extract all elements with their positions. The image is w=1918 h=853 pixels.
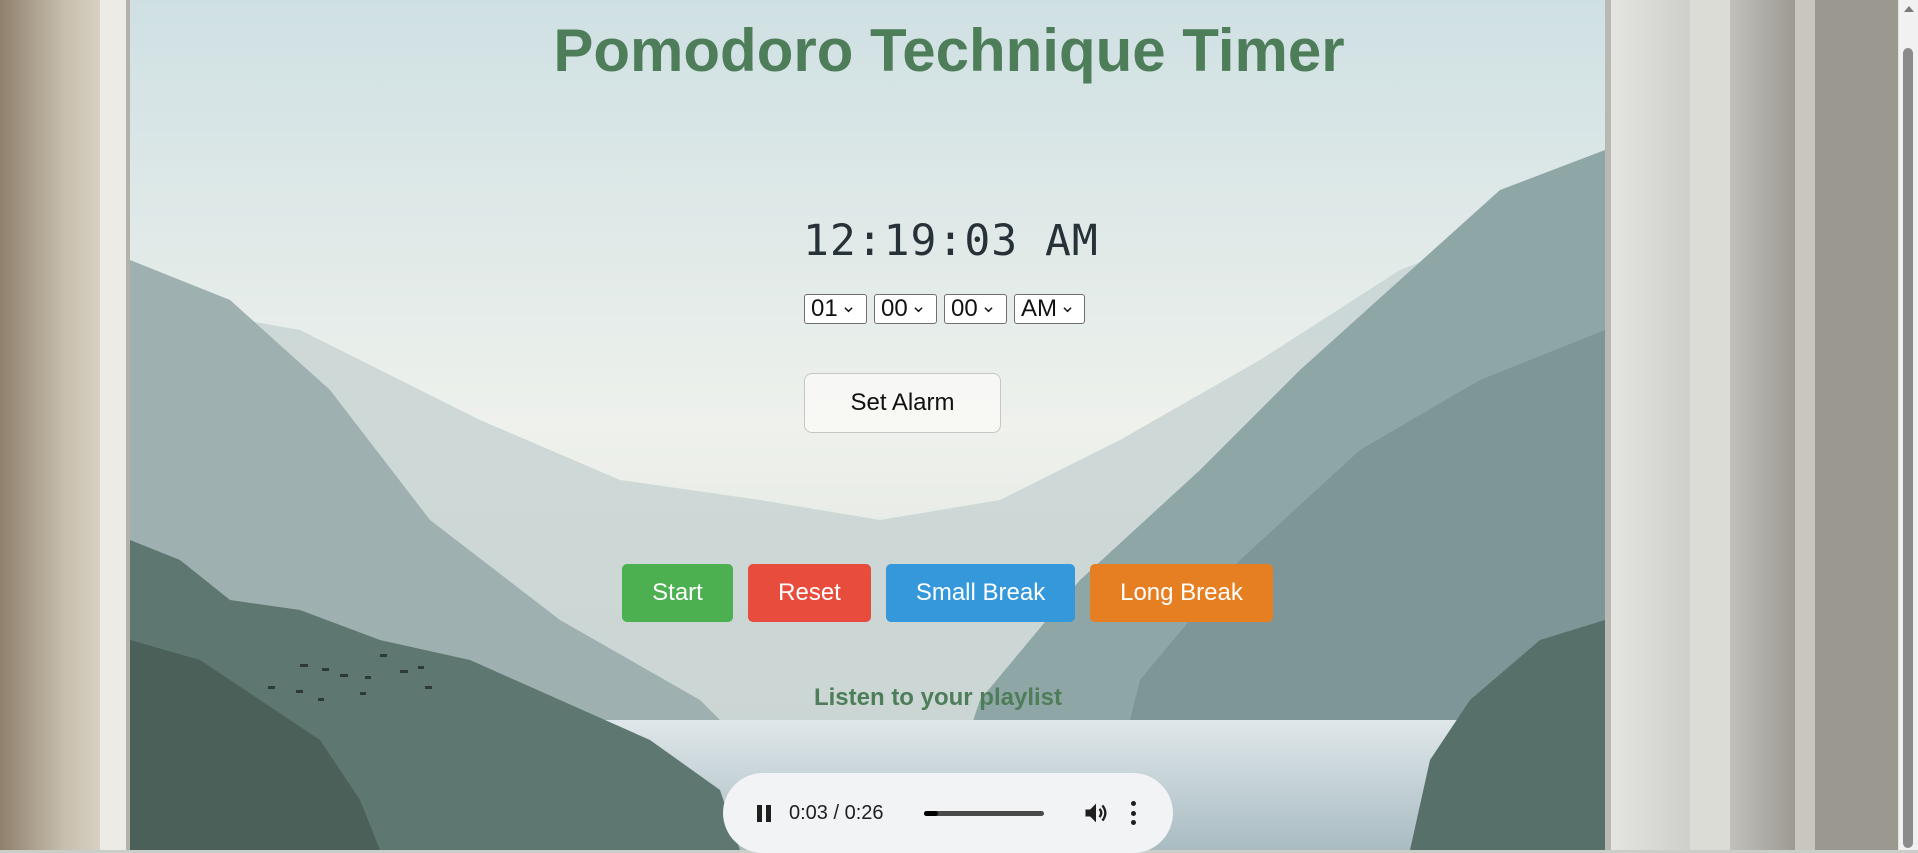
volume-icon[interactable] xyxy=(1082,799,1110,827)
playlist-label: Listen to your playlist xyxy=(813,684,1063,711)
vertical-scrollbar[interactable] xyxy=(1898,0,1918,850)
audio-time: 0:03 / 0:26 xyxy=(789,801,884,824)
audio-player: 0:03 / 0:26 xyxy=(723,773,1173,853)
alarm-second-value: 00 xyxy=(951,295,978,322)
chevron-down-icon xyxy=(844,306,853,312)
chevron-down-icon xyxy=(914,306,923,312)
current-time-clock: 12:19:03 AM xyxy=(803,216,1099,266)
set-alarm-button[interactable]: Set Alarm xyxy=(804,373,1001,433)
alarm-ampm-value: AM xyxy=(1021,295,1057,322)
start-button[interactable]: Start xyxy=(622,564,733,622)
chevron-down-icon xyxy=(1063,306,1072,312)
long-break-button[interactable]: Long Break xyxy=(1090,564,1273,622)
scroll-thumb[interactable] xyxy=(1903,48,1913,848)
chevron-down-icon xyxy=(984,306,993,312)
reset-button[interactable]: Reset xyxy=(748,564,871,622)
audio-progress-bar[interactable] xyxy=(924,810,1044,816)
alarm-minute-value: 00 xyxy=(881,295,908,322)
page-title: Pomodoro Technique Timer xyxy=(553,17,1345,84)
audio-progress-fill xyxy=(924,810,939,816)
alarm-ampm-select[interactable]: AM xyxy=(1014,294,1085,324)
scroll-up-arrow-icon[interactable] xyxy=(1904,6,1914,12)
pause-icon[interactable] xyxy=(753,802,775,824)
alarm-hour-value: 01 xyxy=(811,295,838,322)
more-vert-icon[interactable] xyxy=(1130,801,1136,825)
alarm-time-selects: 01 00 00 AM xyxy=(804,294,1085,324)
alarm-second-select[interactable]: 00 xyxy=(944,294,1007,324)
small-break-button[interactable]: Small Break xyxy=(886,564,1075,622)
alarm-hour-select[interactable]: 01 xyxy=(804,294,867,324)
alarm-minute-select[interactable]: 00 xyxy=(874,294,937,324)
